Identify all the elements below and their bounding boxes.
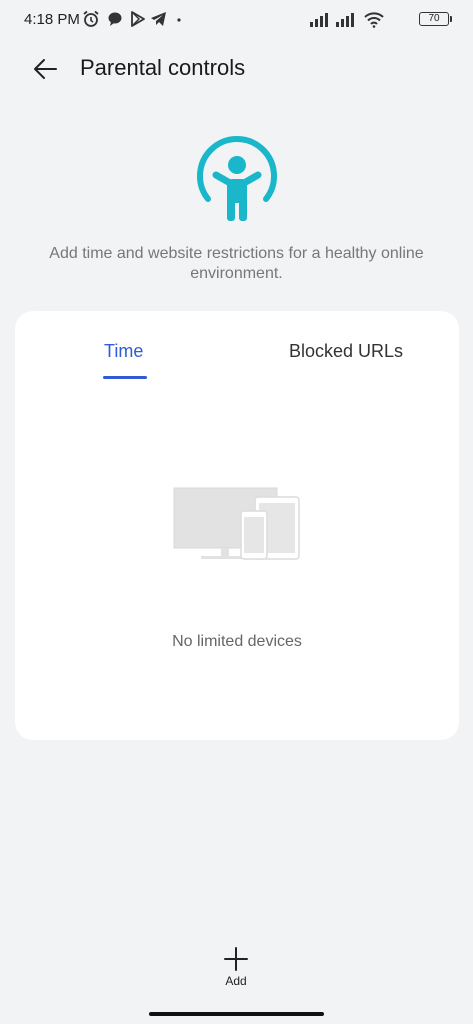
wifi-icon [364, 12, 384, 28]
back-button[interactable] [28, 52, 62, 86]
child-icon [197, 136, 277, 221]
signal-icon [310, 13, 328, 27]
empty-state-text: No limited devices [172, 633, 302, 650]
chat-bubble-icon [108, 12, 122, 26]
battery-icon: 70 [419, 12, 452, 26]
add-label: Add [225, 974, 247, 988]
tab-time[interactable]: Time [104, 341, 143, 362]
home-indicator[interactable] [149, 1012, 324, 1016]
tab-blocked-urls[interactable]: Blocked URLs [289, 341, 403, 362]
plus-icon [224, 947, 248, 971]
telegram-icon [151, 12, 166, 26]
play-store-icon [131, 11, 145, 27]
devices-icon [173, 487, 300, 560]
alarm-icon [83, 10, 99, 27]
active-tab-indicator [103, 376, 147, 379]
signal-icon [336, 13, 354, 27]
system-icons: 70 [309, 10, 452, 30]
hero-description: Add time and website restrictions for a … [49, 245, 424, 282]
dot-icon [177, 18, 181, 22]
arrow-left-icon [34, 59, 57, 79]
add-button[interactable]: Add [206, 946, 266, 998]
status-time: 4:18 PM [24, 11, 80, 28]
status-bar: 4:18 PM 70 [0, 0, 473, 40]
page-title: Parental controls [80, 55, 246, 80]
restrictions-card: Time Blocked URLs No limited devices [15, 311, 459, 740]
